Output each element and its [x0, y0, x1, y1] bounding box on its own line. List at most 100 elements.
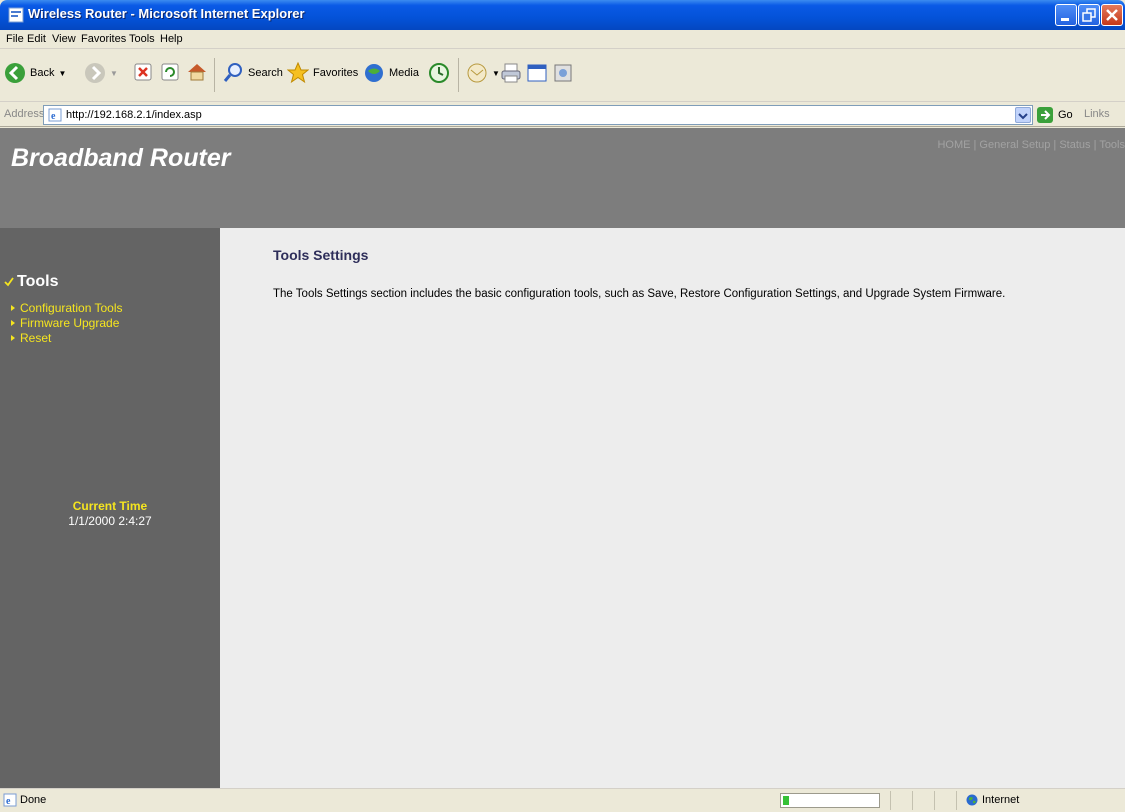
nav-separator: | [1050, 139, 1060, 151]
chevron-down-icon: ▼ [58, 68, 67, 78]
nav-tools[interactable]: Tools [1099, 139, 1125, 151]
progress-segment [783, 796, 789, 805]
go-button[interactable]: Go [1036, 106, 1073, 124]
arrow-right-icon [11, 320, 15, 326]
home-button[interactable] [186, 62, 208, 82]
current-time-value: 1/1/2000 2:4:27 [68, 514, 152, 528]
brand-title: Broadband Router [11, 144, 231, 172]
forward-button[interactable]: ▼ [84, 62, 118, 84]
stop-button[interactable] [133, 62, 153, 82]
status-separator [890, 791, 891, 810]
security-zone-label: Internet [982, 794, 1020, 806]
address-input[interactable]: e http://192.168.2.1/index.asp [43, 105, 1033, 125]
page-title: Tools Settings [273, 247, 369, 263]
svg-text:e: e [51, 111, 56, 122]
mail-button[interactable]: ▼ [466, 62, 500, 84]
minimize-button[interactable] [1055, 4, 1077, 26]
address-url: http://192.168.2.1/index.asp [66, 109, 202, 121]
nav-home[interactable]: HOME [937, 139, 970, 151]
print-icon [501, 63, 521, 83]
stop-icon [134, 63, 152, 81]
page-description: The Tools Settings section includes the … [273, 288, 1006, 300]
menu-file[interactable]: File [6, 33, 24, 45]
sidebar-item-label: Configuration Tools [20, 301, 123, 315]
nav-separator: | [1090, 139, 1100, 151]
window-title: Wireless Router - Microsoft Internet Exp… [28, 6, 305, 21]
edit-button[interactable] [526, 62, 548, 84]
menu-tools[interactable]: Tools [129, 33, 155, 45]
title-bar: Wireless Router - Microsoft Internet Exp… [0, 0, 1125, 30]
menu-bar: File Edit View Favorites Tools Help [0, 30, 1125, 76]
edit-page-icon [527, 64, 547, 82]
links-label[interactable]: Links [1084, 108, 1110, 120]
sidebar-item-firmware-upgrade[interactable]: Firmware Upgrade [11, 316, 119, 330]
internet-globe-icon [966, 794, 978, 806]
search-button[interactable]: Search [222, 62, 283, 84]
menu-favorites[interactable]: Favorites [81, 33, 126, 45]
checkmark-icon [4, 277, 14, 287]
header-banner: Broadband Router HOME | General Setup | … [0, 128, 1125, 228]
arrow-right-icon [11, 335, 15, 341]
status-separator [912, 791, 913, 810]
status-separator [956, 791, 957, 810]
sidebar-item-configuration-tools[interactable]: Configuration Tools [11, 301, 123, 315]
forward-arrow-icon [85, 63, 105, 83]
arrow-right-icon [11, 305, 15, 311]
sidebar-title: Tools [17, 273, 59, 290]
ie-page-icon: e [48, 108, 62, 122]
status-text: Done [20, 794, 47, 806]
sidebar-item-label: Reset [20, 331, 52, 345]
nav-general-setup[interactable]: General Setup [979, 139, 1050, 151]
status-bar: e Done Internet [0, 788, 1125, 812]
media-button[interactable]: Media [363, 62, 419, 84]
svg-text:e: e [6, 796, 11, 807]
history-icon [429, 63, 449, 83]
media-label: Media [389, 67, 419, 79]
menu-view[interactable]: View [52, 33, 76, 45]
messenger-icon [554, 64, 572, 82]
favorites-label: Favorites [313, 67, 359, 79]
refresh-button[interactable] [160, 62, 180, 82]
favorites-button[interactable]: Favorites [287, 62, 358, 84]
toolbar-separator [458, 58, 459, 92]
back-button[interactable]: Back ▼ [4, 62, 66, 84]
sidebar-item-reset[interactable]: Reset [11, 331, 51, 345]
browser-window: Wireless Router - Microsoft Internet Exp… [0, 0, 1125, 812]
nav-status[interactable]: Status [1059, 139, 1090, 151]
refresh-icon [161, 63, 179, 81]
menu-edit[interactable]: Edit [27, 33, 46, 45]
current-time-label: Current Time [72, 499, 148, 513]
ie-page-icon: e [3, 793, 17, 807]
address-dropdown-button[interactable] [1015, 107, 1031, 123]
chevron-down-icon: ▼ [492, 68, 500, 78]
toolbar-separator [214, 58, 215, 92]
chevron-down-icon [1018, 113, 1028, 120]
go-label: Go [1058, 109, 1073, 121]
minimize-icon [1061, 18, 1069, 21]
address-label: Address [4, 108, 45, 120]
print-button[interactable] [500, 62, 522, 84]
home-icon [188, 64, 206, 81]
messenger-button[interactable] [552, 62, 574, 84]
sidebar-section-tools: Tools [4, 273, 58, 291]
ie-page-icon [8, 7, 24, 23]
top-navigation: HOME | General Setup | Status | Tools [937, 139, 1125, 151]
close-icon [1106, 9, 1118, 21]
search-icon [223, 63, 242, 82]
sidebar-item-label: Firmware Upgrade [20, 316, 120, 330]
favorites-star-icon [287, 62, 309, 84]
page-content: Broadband Router HOME | General Setup | … [0, 128, 1125, 788]
maximize-button[interactable] [1078, 4, 1100, 26]
go-arrow-icon [1037, 107, 1053, 123]
menu-help[interactable]: Help [160, 33, 183, 45]
address-bar: Address e http://192.168.2.1/index.asp G… [0, 103, 1125, 127]
sidebar: Tools Configuration Tools Firmware Upgra… [0, 228, 220, 788]
history-button[interactable] [428, 62, 450, 84]
close-button[interactable] [1101, 4, 1123, 26]
progress-bar [780, 793, 880, 808]
search-label: Search [248, 67, 283, 79]
back-label: Back [30, 67, 55, 79]
mail-icon [467, 63, 487, 83]
restore-icon [1082, 8, 1096, 22]
toolbar: Back ▼ ▼ Search Favorites Media ▼ [0, 50, 1125, 102]
